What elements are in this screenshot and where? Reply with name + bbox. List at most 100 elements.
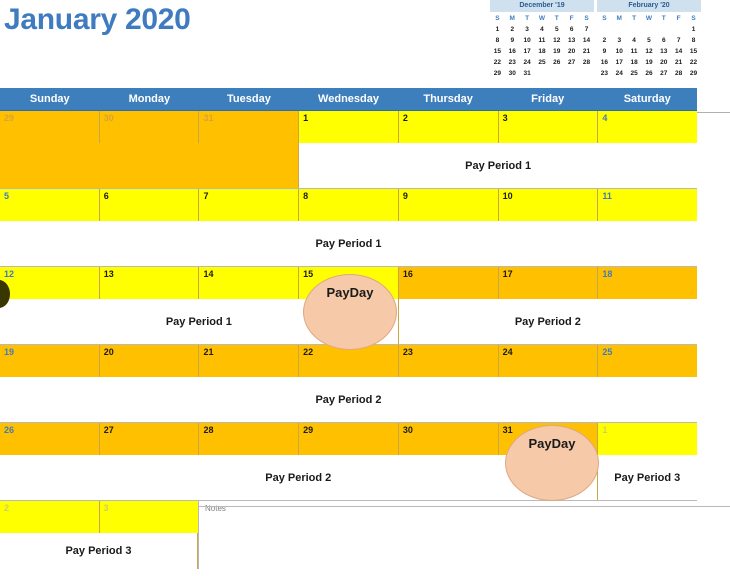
day-cell[interactable]: 6	[99, 189, 200, 221]
day-cell[interactable]: 25	[598, 345, 698, 377]
day-cell[interactable]: 19	[0, 345, 100, 377]
day-cell[interactable]: 8	[299, 189, 399, 221]
pay-period-band[interactable]: Pay Period 2	[0, 377, 697, 422]
calendar-week-row: 5 6 7 8 9 10 11 Pay Period 1	[0, 189, 698, 267]
day-cell[interactable]: 1	[299, 111, 399, 143]
payday-marker[interactable]: PayDay	[505, 425, 599, 501]
mini-day: 21	[675, 59, 683, 66]
mini-day: 22	[493, 59, 502, 66]
february-spill-block: 2 3 Pay Period 3	[0, 501, 198, 569]
day-cell[interactable]: 2	[0, 501, 100, 533]
day-cell[interactable]: 4	[598, 111, 698, 143]
day-number: 28	[203, 425, 214, 435]
mini-day: 4	[540, 26, 544, 33]
mini-calendar-title: February '20	[597, 0, 701, 12]
mini-day: 8	[691, 37, 696, 44]
mini-day: 25	[538, 59, 546, 66]
day-number: 1	[303, 113, 309, 123]
pay-period-band[interactable]: Pay Period 1	[0, 221, 697, 266]
day-number: 12	[4, 269, 15, 279]
day-number: 26	[4, 425, 15, 435]
mini-day: 10	[523, 37, 531, 44]
mini-day: 5	[554, 26, 559, 33]
mini-day	[564, 68, 579, 79]
day-cell[interactable]: 2	[398, 111, 499, 143]
mini-calendar-week: 1 2 3 4 5 6 7	[490, 24, 594, 35]
mini-day	[627, 24, 642, 35]
day-cell[interactable]: 3	[498, 111, 599, 143]
day-cell[interactable]: 3	[99, 501, 198, 533]
day-number: 20	[103, 347, 114, 357]
mini-day	[579, 68, 594, 79]
notes-rule-divider	[198, 506, 730, 507]
mini-day: 23	[508, 59, 516, 66]
pay-period-band[interactable]: Pay Period 3	[0, 533, 198, 569]
mini-day: 31	[523, 70, 531, 77]
pay-period-band[interactable]: Pay Period 1	[299, 143, 697, 188]
mini-day: 6	[661, 37, 666, 44]
weekday-header-thursday: Thursday	[423, 93, 473, 105]
day-cell[interactable]: 29	[299, 423, 399, 455]
mini-day: 19	[553, 48, 561, 55]
day-number: 14	[203, 269, 214, 279]
day-cell[interactable]: 31	[199, 111, 300, 143]
mini-dow: S	[691, 15, 696, 22]
day-cell[interactable]: 30	[398, 423, 499, 455]
day-cell[interactable]: 1	[598, 423, 698, 455]
day-cell[interactable]: 27	[99, 423, 200, 455]
day-cell[interactable]: 10	[498, 189, 599, 221]
day-number: 24	[502, 347, 513, 357]
mini-dow: M	[509, 15, 515, 22]
mini-calendar-next-month: February '20 S M T W T F S 1 2 3 4 5 6 7…	[597, 0, 701, 79]
day-cell[interactable]: 5	[0, 189, 100, 221]
mini-dow: T	[632, 15, 637, 22]
day-cell[interactable]: 30	[99, 111, 200, 143]
mini-day: 25	[630, 70, 638, 77]
weekday-header-row: Sunday Monday Tuesday Wednesday Thursday…	[0, 88, 697, 111]
mini-day	[656, 24, 671, 35]
day-cell[interactable]: 24	[498, 345, 599, 377]
day-cell[interactable]: 28	[199, 423, 300, 455]
mini-day: 27	[568, 59, 576, 66]
day-number: 8	[303, 191, 309, 201]
weekday-header-wednesday: Wednesday	[318, 93, 379, 105]
mini-day: 29	[689, 70, 698, 77]
bottom-row: 2 3 Pay Period 3 Notes	[0, 501, 697, 569]
mini-dow: F	[676, 15, 681, 22]
pay-period-band[interactable]: Pay Period 3	[598, 455, 697, 500]
mini-calendar-week: 2 3 4 5 6 7 8	[597, 35, 701, 46]
day-number: 16	[402, 269, 413, 279]
day-cell[interactable]: 12	[0, 267, 100, 299]
mini-day	[642, 24, 657, 35]
day-cell[interactable]: 26	[0, 423, 100, 455]
payday-marker[interactable]: PayDay	[303, 274, 397, 350]
mini-day: 11	[630, 48, 638, 55]
day-cell[interactable]: 17	[498, 267, 599, 299]
day-cell[interactable]: 20	[99, 345, 200, 377]
day-number: 31	[502, 425, 513, 435]
week-dates-row: 5 6 7 8 9 10 11	[0, 189, 698, 221]
mini-calendar-title: December '19	[490, 0, 594, 12]
week-band-row: Pay Period 1	[0, 143, 697, 188]
mini-day: 20	[660, 59, 668, 66]
mini-day: 6	[569, 26, 574, 33]
day-cell[interactable]: 14	[199, 267, 300, 299]
weekday-header-sunday: Sunday	[29, 93, 70, 105]
mini-dow: T	[554, 15, 559, 22]
day-cell[interactable]: 23	[398, 345, 499, 377]
notes-area[interactable]: Notes	[198, 501, 697, 569]
pay-period-band[interactable]: Pay Period 2	[399, 299, 697, 344]
day-cell[interactable]: 16	[398, 267, 499, 299]
day-cell[interactable]: 9	[398, 189, 499, 221]
day-number: 7	[203, 191, 209, 201]
day-cell[interactable]: 13	[99, 267, 200, 299]
day-cell[interactable]: 7	[199, 189, 300, 221]
day-cell[interactable]: 29	[0, 111, 100, 143]
day-number: 27	[103, 425, 114, 435]
mini-day: 15	[689, 48, 698, 55]
day-cell[interactable]: 11	[598, 189, 698, 221]
day-cell[interactable]: 18	[598, 267, 698, 299]
mini-day: 12	[645, 48, 653, 55]
day-number: 13	[103, 269, 114, 279]
day-cell[interactable]: 21	[199, 345, 300, 377]
